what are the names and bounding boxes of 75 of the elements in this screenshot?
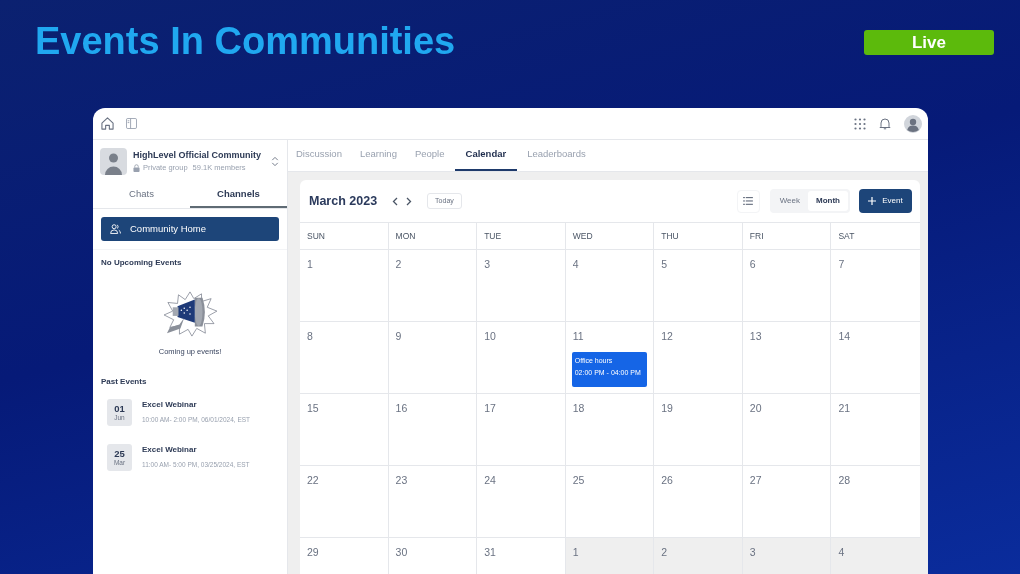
list-icon bbox=[743, 197, 754, 205]
sidebar-toggle-icon[interactable] bbox=[126, 118, 137, 129]
day-number: 4 bbox=[572, 258, 579, 271]
home-icon[interactable] bbox=[101, 117, 114, 130]
weekday-header: THU bbox=[654, 223, 743, 249]
day-number: 8 bbox=[307, 330, 313, 343]
day-number: 10 bbox=[484, 330, 496, 343]
day-number: 1 bbox=[307, 258, 313, 271]
people-icon bbox=[110, 224, 121, 234]
day-number: 13 bbox=[749, 330, 762, 343]
megaphone-drawing bbox=[161, 290, 219, 338]
weekday-header: SUN bbox=[300, 223, 389, 249]
day-number: 14 bbox=[838, 330, 851, 343]
nav-tab[interactable]: Learning bbox=[351, 140, 405, 171]
day-number: 1 bbox=[572, 546, 579, 559]
day-number: 2 bbox=[661, 546, 668, 559]
day-number: 24 bbox=[484, 474, 496, 487]
day-number: 29 bbox=[307, 546, 319, 559]
nav-tab[interactable]: People bbox=[406, 140, 453, 171]
view-tab[interactable]: Week bbox=[771, 191, 808, 211]
nav-tab[interactable]: Discussion bbox=[288, 140, 350, 171]
day-number: 18 bbox=[572, 402, 585, 415]
live-badge: Live bbox=[864, 30, 994, 55]
nav-tab[interactable]: Leaderboards bbox=[519, 140, 594, 171]
day-number: 23 bbox=[395, 474, 408, 487]
chevron-left-icon[interactable] bbox=[392, 196, 399, 206]
avatar-icon[interactable] bbox=[904, 114, 922, 133]
day-number: 3 bbox=[484, 258, 490, 271]
day-number: 26 bbox=[661, 474, 673, 487]
day-number: 28 bbox=[838, 474, 851, 487]
event-title[interactable]: Excel Webinar bbox=[142, 445, 250, 455]
day-number: 11 bbox=[572, 330, 584, 343]
day-number: 19 bbox=[661, 402, 673, 415]
community-name: HighLevel Official Community bbox=[133, 149, 262, 161]
community-avatar-icon bbox=[100, 147, 127, 175]
weekday-header: MON bbox=[388, 223, 478, 249]
day-number: 7 bbox=[838, 258, 845, 271]
section-heading: Past Events bbox=[100, 377, 148, 387]
weekday-header: SAT bbox=[837, 229, 856, 243]
weekday-header: TUE bbox=[477, 223, 566, 249]
day-number: 16 bbox=[395, 402, 408, 415]
page-title: Events In Communities bbox=[35, 19, 456, 63]
apps-grid-icon[interactable] bbox=[854, 117, 866, 130]
day-number: 15 bbox=[307, 402, 319, 415]
day-number: 3 bbox=[749, 546, 756, 559]
chevron-right-icon[interactable] bbox=[406, 196, 413, 206]
lock-icon bbox=[133, 164, 140, 172]
day-number: 17 bbox=[484, 402, 496, 415]
sidebar-tab[interactable]: Chats bbox=[93, 182, 190, 208]
day-number: 22 bbox=[307, 474, 319, 487]
day-number: 25 bbox=[572, 474, 585, 487]
event-title[interactable]: Excel Webinar bbox=[142, 400, 251, 410]
day-number: 20 bbox=[749, 402, 762, 415]
date-day: 25 bbox=[114, 448, 125, 459]
day-number: 6 bbox=[749, 258, 756, 271]
day-number: 2 bbox=[395, 258, 402, 271]
plus-icon bbox=[868, 197, 877, 205]
section-heading: No Upcoming Events bbox=[100, 257, 183, 268]
view-tab[interactable]: Month bbox=[808, 191, 848, 211]
day-number: 31 bbox=[484, 546, 496, 559]
day-number: 9 bbox=[395, 330, 402, 343]
day-number: 30 bbox=[395, 546, 408, 559]
notification-bell-icon[interactable] bbox=[879, 117, 891, 130]
day-number: 4 bbox=[838, 546, 845, 559]
add-event-button[interactable]: Event bbox=[859, 189, 912, 213]
month-title: March 2023 bbox=[309, 192, 378, 210]
day-number: 27 bbox=[749, 474, 762, 487]
date-day: 01 bbox=[114, 403, 125, 414]
day-number: 12 bbox=[661, 330, 673, 343]
weekday-header: FRI bbox=[742, 223, 832, 249]
channel-button[interactable]: Community Home bbox=[101, 217, 279, 241]
day-number: 5 bbox=[661, 258, 668, 271]
weekday-header: WED bbox=[565, 223, 655, 249]
list-view-button[interactable] bbox=[736, 189, 760, 213]
day-number: 21 bbox=[838, 402, 851, 415]
